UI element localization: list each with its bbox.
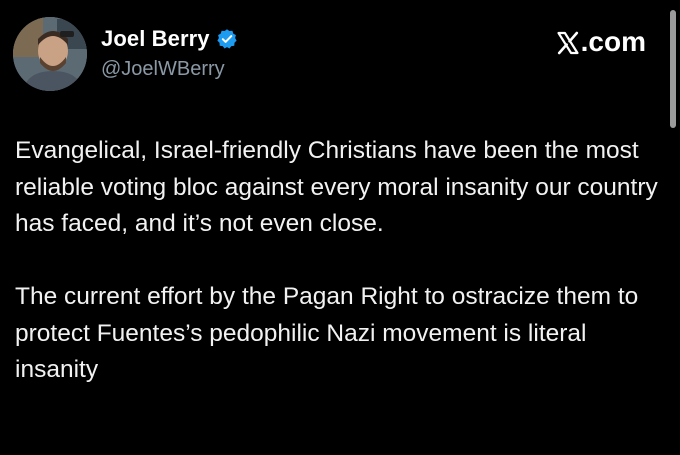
author-avatar[interactable] xyxy=(13,17,87,91)
author-handle[interactable]: @JoelWBerry xyxy=(101,58,225,81)
x-com-brand: .com xyxy=(556,26,646,58)
post-paragraph: The current effort by the Pagan Right to… xyxy=(15,283,639,383)
author-name-row: Joel Berry xyxy=(101,26,238,52)
post-paragraph: Evangelical, Israel-friendly Christians … xyxy=(15,137,658,237)
x-logo-icon xyxy=(556,30,580,55)
post-body: Evangelical, Israel-friendly Christians … xyxy=(15,133,665,425)
author-display-name[interactable]: Joel Berry xyxy=(101,26,210,52)
verified-badge-icon xyxy=(216,28,238,50)
scrollbar-thumb[interactable] xyxy=(670,10,676,128)
user-avatar-icon xyxy=(13,17,87,91)
brand-domain-label: .com xyxy=(580,26,646,57)
post-card: Joel Berry @JoelWBerry .com Evangelical,… xyxy=(0,0,680,455)
